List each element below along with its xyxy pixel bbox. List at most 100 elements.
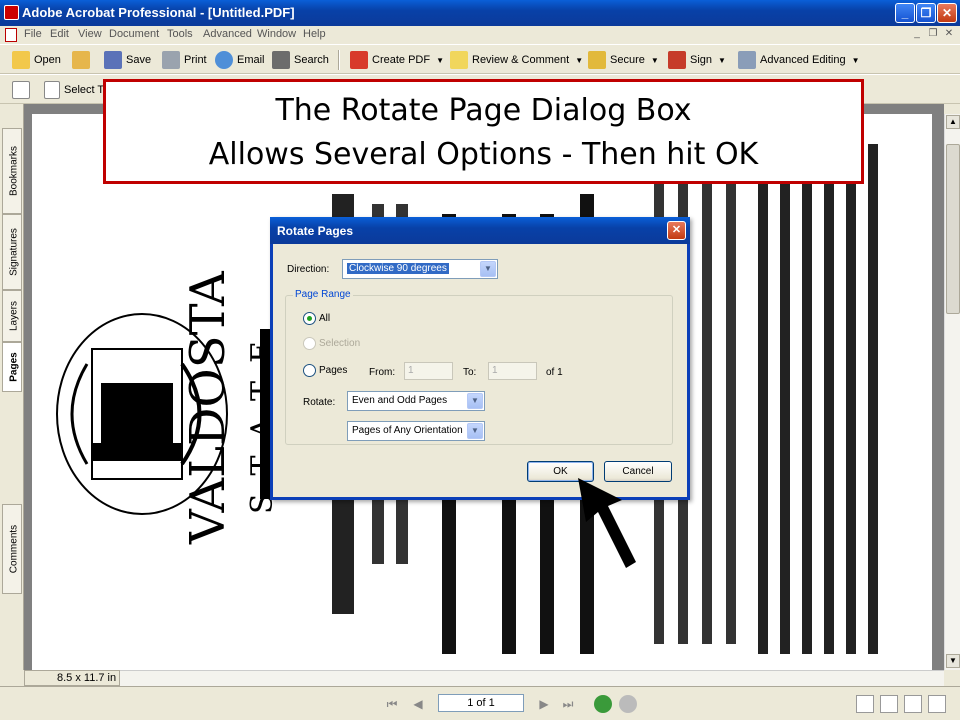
window-title: Adobe Acrobat Professional - [Untitled.P… xyxy=(22,5,295,20)
single-page-view-icon[interactable] xyxy=(856,695,874,713)
file-toolbar: Open Save Print Email Search Create PDF ▼… xyxy=(0,44,960,74)
instruction-callout: The Rotate Page Dialog Box Allows Severa… xyxy=(103,79,864,184)
first-page-icon[interactable]: ⏮ xyxy=(384,696,400,712)
chevron-down-icon: ▼ xyxy=(718,55,726,65)
page-size-indicator: 8.5 x 11.7 in xyxy=(24,670,120,686)
dialog-title: Rotate Pages xyxy=(277,224,354,238)
tab-bookmarks[interactable]: Bookmarks xyxy=(2,128,22,214)
save-button[interactable]: Save xyxy=(104,50,151,70)
chevron-down-icon: ▼ xyxy=(467,393,483,409)
orientation-select[interactable]: Pages of Any Orientation ▼ xyxy=(347,421,485,441)
chevron-down-icon: ▼ xyxy=(467,423,483,439)
menu-edit[interactable]: Edit xyxy=(50,28,69,40)
chevron-down-icon: ▼ xyxy=(436,55,444,65)
scroll-down-icon[interactable]: ▼ xyxy=(946,654,960,668)
hand-icon xyxy=(12,81,30,99)
facing-view-icon[interactable] xyxy=(904,695,922,713)
menu-window[interactable]: Window xyxy=(257,28,296,40)
email-icon xyxy=(215,51,233,69)
menu-document[interactable]: Document xyxy=(109,28,159,40)
next-page-icon[interactable]: ▶ xyxy=(536,696,552,712)
create-pdf-icon xyxy=(350,51,368,69)
select-text-button[interactable]: Select T xyxy=(44,80,104,100)
navigation-pane: Bookmarks Signatures Layers Pages Commen… xyxy=(0,104,24,670)
organizer-button[interactable] xyxy=(72,50,94,70)
go-forward-icon[interactable] xyxy=(619,695,637,713)
status-bar: ⏮ ◀ 1 of 1 ▶ ⏭ xyxy=(0,686,960,720)
chevron-down-icon: ▼ xyxy=(851,55,860,65)
print-button[interactable]: Print xyxy=(162,50,207,70)
hand-tool-button[interactable] xyxy=(12,80,34,100)
review-comment-button[interactable]: Review & Comment ▼ xyxy=(450,50,583,70)
lock-icon xyxy=(588,51,606,69)
radio-selection[interactable] xyxy=(303,337,316,350)
last-page-icon[interactable]: ⏭ xyxy=(560,696,576,712)
university-logo: VALDOSTA STATE xyxy=(180,270,282,545)
menu-advanced[interactable]: Advanced xyxy=(203,28,252,40)
tab-pages[interactable]: Pages xyxy=(2,342,22,392)
radio-pages[interactable] xyxy=(303,364,316,377)
doc-close-button[interactable]: ✕ xyxy=(942,28,956,41)
scroll-up-icon[interactable]: ▲ xyxy=(946,115,960,129)
direction-label: Direction: xyxy=(287,264,330,275)
doc-minimize-button[interactable]: _ xyxy=(910,28,924,41)
save-icon xyxy=(104,51,122,69)
pen-icon xyxy=(668,51,686,69)
to-label: To: xyxy=(463,367,477,378)
dialog-title-bar: Rotate Pages ✕ xyxy=(270,217,690,244)
toolbar-separator xyxy=(338,50,340,70)
sign-button[interactable]: Sign ▼ xyxy=(668,50,726,70)
pages-label: Pages xyxy=(319,365,348,376)
page-number-field[interactable]: 1 of 1 xyxy=(438,694,524,712)
binoculars-icon xyxy=(272,51,290,69)
document-icon xyxy=(5,28,17,42)
advanced-editing-button[interactable]: Advanced Editing ▼ xyxy=(738,50,860,70)
menu-bar: File Edit View Document Tools Advanced W… xyxy=(0,26,960,44)
acrobat-icon xyxy=(4,5,19,20)
rotate-pages-select[interactable]: Even and Odd Pages ▼ xyxy=(347,391,485,411)
printer-icon xyxy=(162,51,180,69)
menu-help[interactable]: Help xyxy=(303,28,326,40)
previous-page-icon[interactable]: ◀ xyxy=(410,696,426,712)
continuous-view-icon[interactable] xyxy=(880,695,898,713)
to-field[interactable]: 1 xyxy=(488,362,537,380)
all-label: All xyxy=(319,313,331,324)
title-bar: Adobe Acrobat Professional - [Untitled.P… xyxy=(0,0,960,26)
close-button[interactable]: ✕ xyxy=(937,3,957,23)
dialog-close-button[interactable]: ✕ xyxy=(667,221,686,240)
tab-comments[interactable]: Comments xyxy=(2,504,22,594)
rotate-pages-dialog: Rotate Pages ✕ Direction: Clockwise 90 d… xyxy=(270,217,690,500)
comment-icon xyxy=(450,51,468,69)
svg-text:VALDOSTA: VALDOSTA xyxy=(180,270,236,545)
doc-restore-button[interactable]: ❐ xyxy=(926,28,940,41)
callout-line-1: The Rotate Page Dialog Box xyxy=(275,93,692,128)
page-range-label: Page Range xyxy=(293,289,353,300)
secure-button[interactable]: Secure ▼ xyxy=(588,50,659,70)
restore-button[interactable]: ❐ xyxy=(916,3,936,23)
selection-label: Selection xyxy=(319,338,361,349)
cursor-icon xyxy=(738,51,756,69)
organizer-icon xyxy=(72,51,90,69)
folder-icon xyxy=(12,51,30,69)
direction-select[interactable]: Clockwise 90 degrees ▼ xyxy=(342,259,498,279)
open-button[interactable]: Open xyxy=(12,50,61,70)
search-button[interactable]: Search xyxy=(272,50,329,70)
menu-view[interactable]: View xyxy=(78,28,102,40)
create-pdf-button[interactable]: Create PDF ▼ xyxy=(350,50,444,70)
email-button[interactable]: Email xyxy=(215,50,265,70)
callout-line-2: Allows Several Options - Then hit OK xyxy=(208,137,759,172)
scroll-thumb[interactable] xyxy=(946,144,960,314)
minimize-button[interactable]: _ xyxy=(895,3,915,23)
from-field[interactable]: 1 xyxy=(404,362,453,380)
continuous-facing-view-icon[interactable] xyxy=(928,695,946,713)
menu-tools[interactable]: Tools xyxy=(167,28,193,40)
vertical-scrollbar[interactable]: ▲ ▼ xyxy=(944,114,960,670)
pointer-arrow-icon xyxy=(578,478,636,568)
text-select-icon xyxy=(44,81,60,99)
page-count-label: of 1 xyxy=(546,367,563,378)
chevron-down-icon: ▼ xyxy=(650,55,659,65)
horizontal-scrollbar[interactable] xyxy=(120,670,944,686)
radio-all[interactable] xyxy=(303,312,316,325)
go-back-icon[interactable] xyxy=(594,695,612,713)
menu-file[interactable]: File xyxy=(24,28,42,40)
